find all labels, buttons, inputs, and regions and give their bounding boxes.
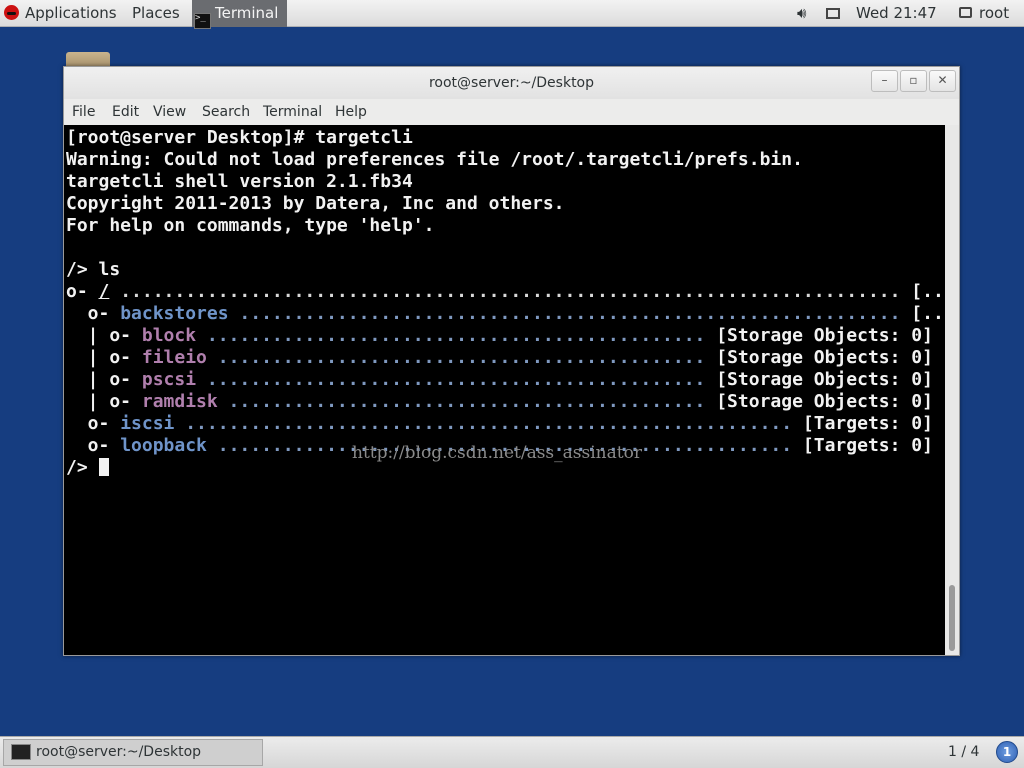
close-button[interactable]: ✕ — [929, 70, 956, 92]
tree-node-name: pscsi — [141, 369, 197, 390]
terminal-line: Warning: Could not load preferences file… — [66, 149, 803, 170]
terminal-window: root@server:~/Desktop – ▫ ✕ File Edit Vi… — [63, 66, 960, 656]
tree-row: | o- pscsi .............................… — [66, 369, 933, 390]
watermark: http://blog.csdn.net/ass_assinator — [352, 443, 642, 463]
tree-node-name: iscsi — [120, 413, 175, 434]
tree-node-name: block — [141, 325, 197, 346]
volume-icon[interactable]: 🔊︎ — [797, 0, 806, 27]
text-cursor — [98, 458, 109, 476]
tree-node-name: loopback — [120, 435, 207, 456]
bottom-panel: root@server:~/Desktop 1 / 4 1 — [0, 736, 1024, 768]
taskbar-window-label: root@server:~/Desktop — [36, 744, 202, 760]
applications-label: Applications — [25, 4, 117, 22]
tree-row: o- / ...................................… — [66, 281, 945, 302]
prompt-line: /> — [66, 457, 109, 479]
terminal-line: /> ls — [66, 259, 121, 280]
notification-icon[interactable]: 1 — [996, 741, 1018, 763]
redhat-logo-icon — [4, 5, 19, 20]
terminal-line: [root@server Desktop]# targetcli — [66, 127, 413, 148]
menu-file[interactable]: File — [72, 99, 95, 125]
menu-help[interactable]: Help — [335, 99, 367, 125]
tree-node-name: backstores — [120, 303, 229, 324]
terminal-line: targetcli shell version 2.1.fb34 — [66, 171, 413, 192]
menu-edit[interactable]: Edit — [112, 99, 139, 125]
maximize-button[interactable]: ▫ — [900, 70, 927, 92]
tree-row: | o- block .............................… — [66, 325, 933, 346]
terminal-line: Copyright 2011-2013 by Datera, Inc and o… — [66, 193, 565, 214]
terminal-icon: >_ — [194, 13, 211, 29]
minimize-button[interactable]: – — [871, 70, 898, 92]
menu-search[interactable]: Search — [202, 99, 250, 125]
network-icon[interactable] — [826, 0, 840, 27]
user-name: root — [979, 4, 1010, 22]
window-title: root@server:~/Desktop — [428, 75, 595, 91]
tree-row: o- backstores ..........................… — [66, 303, 945, 324]
scrollbar[interactable] — [945, 125, 959, 655]
tree-node-name: fileio — [141, 347, 207, 368]
user-icon — [959, 7, 972, 18]
taskbar-window-button[interactable]: root@server:~/Desktop — [3, 739, 263, 766]
terminal-output[interactable]: [root@server Desktop]# targetcli Warning… — [64, 125, 945, 655]
tree-row: | o- ramdisk ...........................… — [66, 391, 933, 412]
window-titlebar[interactable]: root@server:~/Desktop – ▫ ✕ — [64, 67, 959, 99]
tree-row: | o- fileio ............................… — [66, 347, 933, 368]
clock[interactable]: Wed 21:47 — [856, 0, 937, 27]
tree-row: o- iscsi ...............................… — [66, 413, 933, 434]
active-app-label: Terminal — [215, 4, 279, 22]
scrollbar-thumb[interactable] — [949, 585, 955, 651]
prompt: /> — [66, 457, 99, 478]
menu-terminal[interactable]: Terminal — [263, 99, 322, 125]
tree-node-name: ramdisk — [141, 391, 218, 412]
top-panel: Applications Places >_ Terminal 🔊︎ Wed 21… — [0, 0, 1024, 29]
menu-view[interactable]: View — [153, 99, 186, 125]
terminal-line: For help on commands, type 'help'. — [66, 215, 435, 236]
active-app-menu[interactable]: >_ Terminal — [192, 0, 287, 29]
user-menu[interactable]: root — [959, 0, 1009, 27]
tree-node-name: / — [98, 281, 110, 302]
places-menu[interactable]: Places — [132, 0, 180, 27]
terminal-icon — [11, 744, 31, 760]
workspace-indicator[interactable]: 1 / 4 — [948, 737, 979, 768]
applications-menu[interactable]: Applications — [4, 0, 117, 27]
menubar: File Edit View Search Terminal Help — [64, 99, 959, 125]
